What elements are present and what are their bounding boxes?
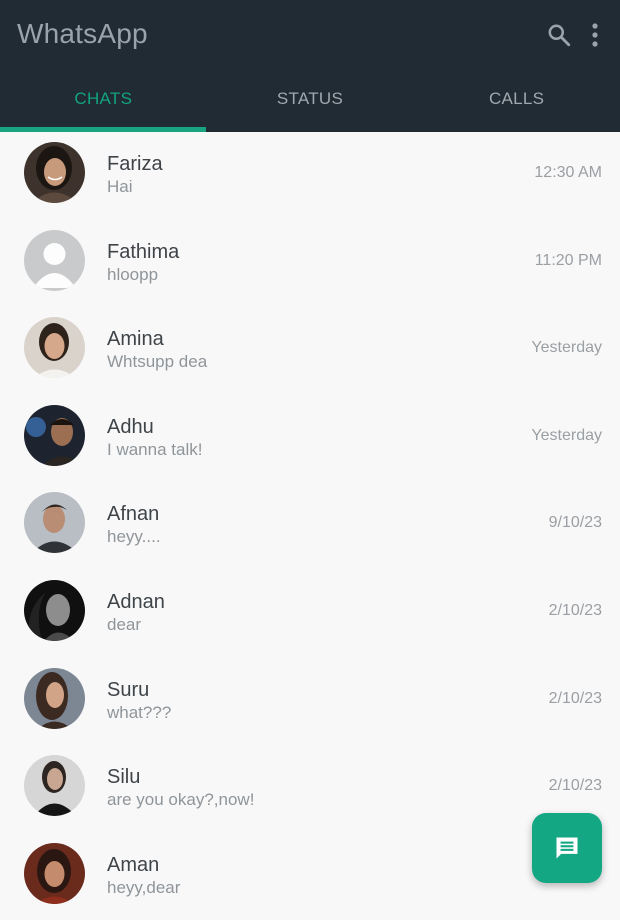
chat-name: Aman: [107, 853, 160, 876]
chat-timestamp: 2/10/23: [548, 601, 602, 619]
avatar: [24, 492, 85, 554]
chat-last-message: I wanna talk!: [107, 439, 203, 459]
chat-list-item[interactable]: Fathima hloopp 11:20 PM: [0, 220, 620, 308]
chat-list-item[interactable]: Suru what??? 2/10/23: [0, 658, 620, 746]
chat-name: Suru: [107, 678, 150, 701]
chat-list-item[interactable]: Amina Whtsupp dea Yesterday: [0, 307, 620, 395]
avatar: [24, 404, 85, 466]
more-options-button[interactable]: [580, 20, 610, 50]
chat-last-message: Whtsupp dea: [107, 352, 208, 372]
chat-name: Silu: [107, 766, 141, 789]
avatar: [24, 755, 85, 817]
chat-last-message: Hai: [107, 177, 133, 196]
chat-list-item[interactable]: Afnan heyy.... 9/10/23: [0, 482, 620, 570]
chat-last-message: dear: [107, 614, 142, 634]
new-chat-button[interactable]: [532, 813, 602, 883]
chat-list: Fariza Hai 12:30 AM Fathima hloopp 11:20…: [0, 132, 620, 920]
chat-list-item[interactable]: Silu are you okay?,now! 2/10/23: [0, 745, 620, 833]
chat-timestamp: 9/10/23: [548, 514, 602, 532]
chat-timestamp: Yesterday: [531, 426, 602, 444]
avatar: [24, 317, 85, 379]
tab-chats[interactable]: CHATS: [0, 66, 207, 132]
avatar: [24, 842, 85, 904]
tab-status[interactable]: STATUS: [207, 66, 414, 132]
more-vertical-icon: [592, 23, 598, 47]
chat-name: Fariza: [107, 153, 163, 175]
chat-list-item[interactable]: Fariza Hai 12:30 AM: [0, 132, 620, 220]
chat-list-item[interactable]: Aman heyy,dear: [0, 833, 620, 920]
app-title: WhatsApp: [17, 18, 148, 49]
chat-last-message: what???: [107, 702, 172, 722]
search-icon: [548, 24, 571, 47]
chat-name: Afnan: [107, 503, 160, 526]
chat-name: Fathima: [107, 240, 180, 263]
search-button[interactable]: [544, 20, 574, 50]
chat-timestamp: 11:20 PM: [534, 251, 602, 269]
chat-timestamp: 2/10/23: [548, 777, 602, 795]
chat-name: Adnan: [107, 590, 165, 613]
chat-list-item[interactable]: Adnan dear 2/10/23: [0, 570, 620, 658]
new-chat-message-icon: [556, 837, 578, 859]
chat-last-message: hloopp: [107, 264, 159, 284]
chat-timestamp: 12:30 AM: [534, 164, 602, 181]
chat-name: Adhu: [107, 415, 154, 438]
chat-list-item[interactable]: Adhu I wanna talk! Yesterday: [0, 395, 620, 483]
default-avatar-icon: [24, 229, 85, 291]
chat-timestamp: Yesterday: [531, 339, 602, 357]
chat-timestamp: 2/10/23: [548, 689, 602, 707]
chat-last-message: are you okay?,now!: [107, 790, 255, 810]
avatar: [24, 579, 85, 641]
avatar: [24, 667, 85, 729]
avatar: [24, 142, 85, 203]
tab-bar: CHATS STATUS CALLS: [0, 66, 620, 132]
chat-name: Amina: [107, 328, 164, 351]
chat-last-message: heyy....: [107, 527, 161, 547]
tab-calls[interactable]: CALLS: [413, 66, 620, 132]
app-bar: WhatsApp CHATS STATUS CALLS: [0, 0, 620, 132]
chat-last-message: heyy,dear: [107, 877, 181, 897]
